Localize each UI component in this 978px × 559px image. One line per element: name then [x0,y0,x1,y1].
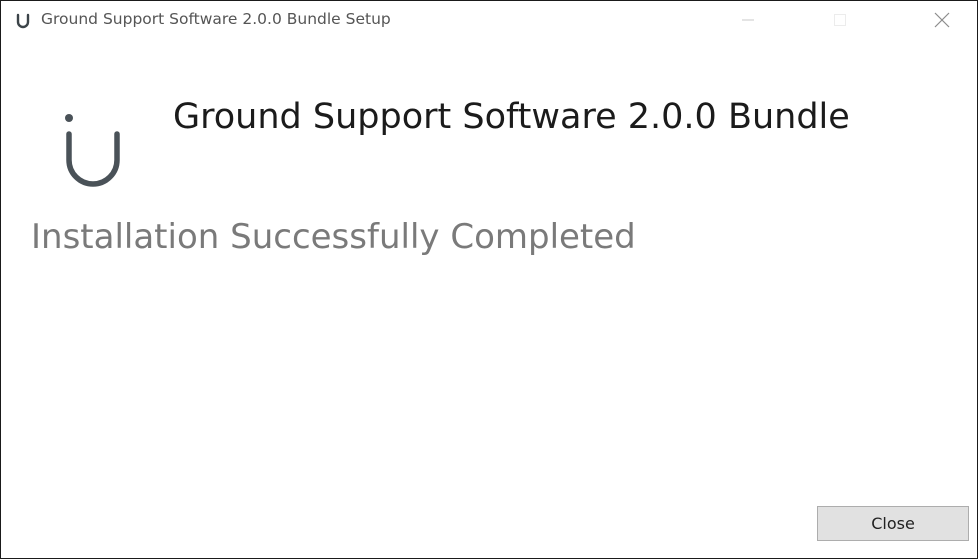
u-logo-icon [65,114,120,187]
close-button[interactable]: Close [817,506,969,541]
close-icon [934,12,950,28]
installer-window: Ground Support Software 2.0.0 Bundle Set… [0,0,978,559]
maximize-button[interactable] [817,1,863,39]
close-window-button[interactable] [919,1,965,39]
app-logo-icon [16,13,30,29]
title-bar[interactable]: Ground Support Software 2.0.0 Bundle Set… [1,1,977,39]
product-heading: Ground Support Software 2.0.0 Bundle [173,97,850,137]
minimize-icon [742,19,754,21]
installation-status: Installation Successfully Completed [31,217,636,257]
maximize-icon [834,14,846,26]
window-title: Ground Support Software 2.0.0 Bundle Set… [41,10,391,28]
minimize-button[interactable] [725,1,771,39]
